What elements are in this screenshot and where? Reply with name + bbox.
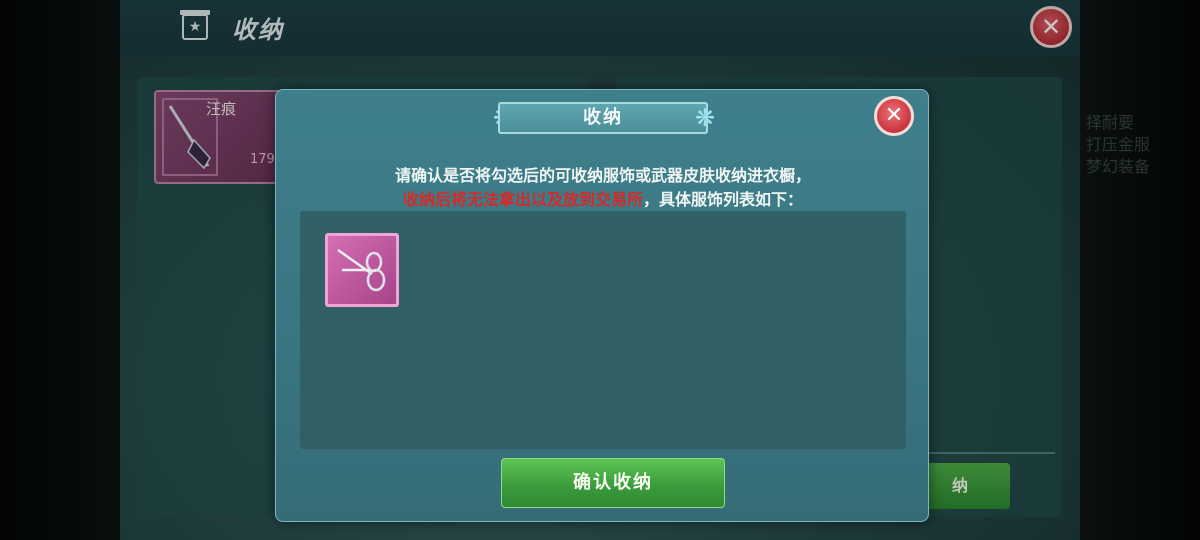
store-confirm-dialog: ❋ 收纳 ❋ ✕ 请确认是否将勾选后的可收纳服饰或武器皮肤收纳进衣橱， 收纳后将… xyxy=(275,89,929,522)
dialog-title-box: 收纳 xyxy=(498,102,708,134)
info-text: ，具体服饰列表如下： xyxy=(643,190,804,209)
swirl-ornament-icon: ❋ xyxy=(694,104,716,132)
dialog-close-button[interactable]: ✕ xyxy=(874,96,914,136)
scissors-icon xyxy=(337,248,386,292)
dialog-message-line1: 请确认是否将勾选后的可收纳服饰或武器皮肤收纳进衣橱， xyxy=(394,166,811,185)
list-item[interactable] xyxy=(325,233,399,307)
warning-text: 收纳后将无法拿出以及放到交易所 xyxy=(402,190,643,209)
item-list-box xyxy=(300,211,906,449)
dialog-message-line2: 收纳后将无法拿出以及放到交易所，具体服饰列表如下： xyxy=(276,186,930,210)
confirm-store-button[interactable]: 确认收纳 xyxy=(501,458,725,508)
dialog-title: 收纳 xyxy=(583,107,623,128)
